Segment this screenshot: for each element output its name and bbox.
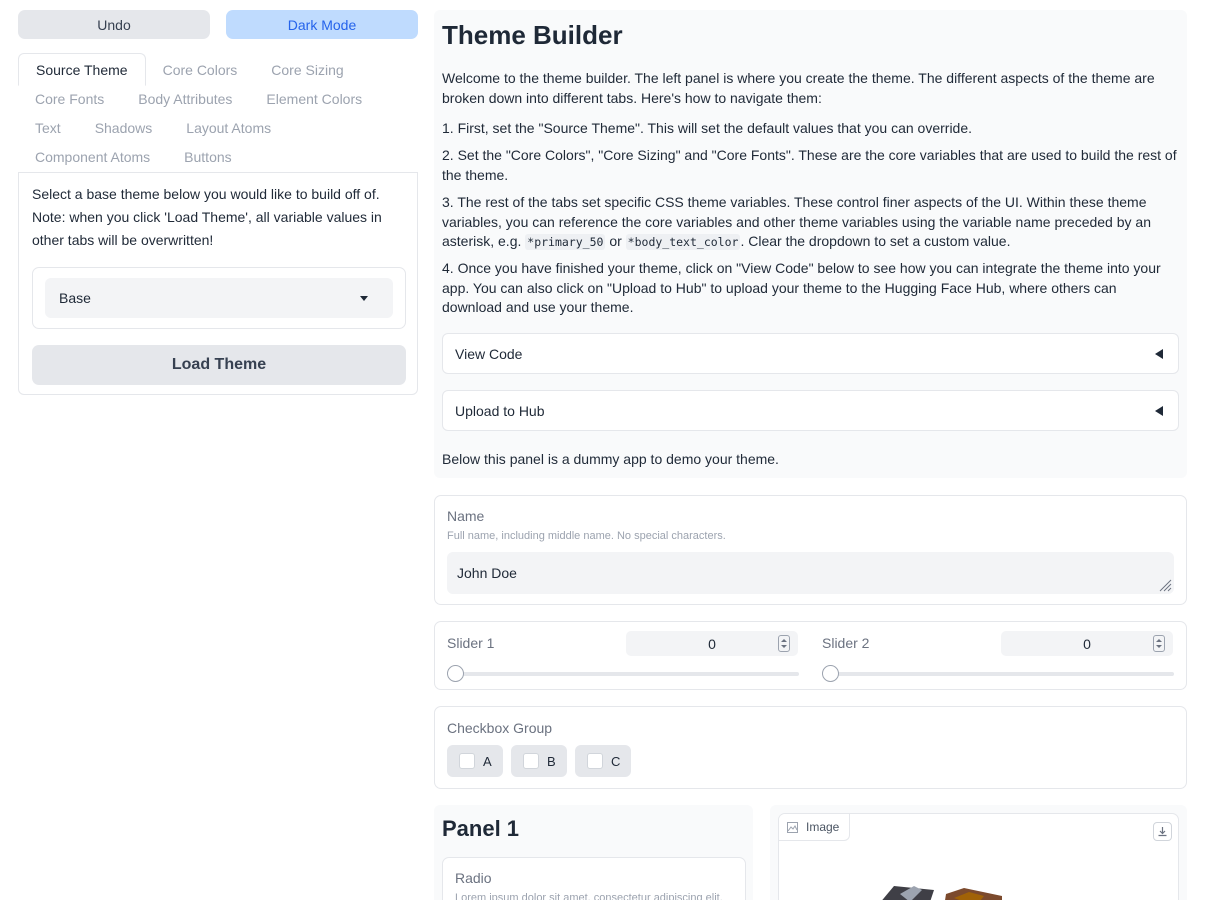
- tab-source-theme[interactable]: Source Theme: [18, 53, 146, 86]
- checkbox-b[interactable]: B: [511, 745, 567, 777]
- download-icon: [1158, 827, 1167, 837]
- demo-image-preview: [882, 886, 1002, 900]
- slider-1-label: Slider 1: [447, 635, 495, 651]
- tab-element-colors[interactable]: Element Colors: [249, 84, 379, 113]
- slider-2-label: Slider 2: [822, 635, 870, 651]
- radio-info: Lorem ipsum dolor sit amet, consectetur …: [455, 892, 723, 900]
- undo-button[interactable]: Undo: [18, 10, 210, 39]
- checkbox-box[interactable]: [523, 753, 539, 769]
- tab-buttons[interactable]: Buttons: [167, 142, 248, 171]
- tab-component-atoms[interactable]: Component Atoms: [18, 142, 167, 171]
- tab-core-sizing[interactable]: Core Sizing: [254, 55, 360, 84]
- tab-body-attributes[interactable]: Body Attributes: [121, 84, 249, 113]
- name-value: John Doe: [457, 565, 517, 581]
- builder-step-2: 2. Set the "Core Colors", "Core Sizing" …: [442, 147, 1177, 183]
- tab-text[interactable]: Text: [18, 113, 78, 142]
- slider-2-track[interactable]: [822, 672, 1174, 676]
- page-title: Theme Builder: [442, 20, 623, 50]
- theme-builder-panel: Theme Builder Welcome to the theme build…: [434, 10, 1187, 478]
- upload-hub-label: Upload to Hub: [455, 402, 545, 419]
- panel-1: Panel 1 Radio Lorem ipsum dolor sit amet…: [434, 805, 753, 900]
- source-theme-description: Select a base theme below you would like…: [32, 186, 382, 248]
- checkbox-group-label: Checkbox Group: [447, 720, 553, 736]
- builder-step-1: 1. First, set the "Source Theme". This w…: [442, 120, 973, 136]
- dropdown-value: Base: [59, 290, 91, 306]
- download-button[interactable]: [1153, 822, 1172, 841]
- tab-shadows[interactable]: Shadows: [78, 113, 170, 142]
- slider-2-number-input[interactable]: 0: [1001, 631, 1173, 656]
- view-code-label: View Code: [455, 345, 523, 362]
- slider-1-value: 0: [708, 635, 716, 652]
- tab-core-colors[interactable]: Core Colors: [146, 55, 255, 84]
- code-primary-50: *primary_50: [525, 234, 606, 250]
- caret-left-icon: [1155, 349, 1163, 359]
- image-icon: [787, 821, 798, 833]
- view-code-accordion[interactable]: View Code: [442, 333, 1179, 374]
- spinner-icon[interactable]: [778, 635, 790, 652]
- slider-2-value: 0: [1083, 635, 1091, 652]
- builder-intro: Welcome to the theme builder. The left p…: [442, 70, 1155, 106]
- checkbox-c[interactable]: C: [575, 745, 631, 777]
- theme-tabs: Source Theme Core Colors Core Sizing Cor…: [18, 53, 418, 171]
- checkbox-box[interactable]: [459, 753, 475, 769]
- builder-step-3: 3. The rest of the tabs set specific CSS…: [442, 194, 1151, 250]
- tab-layout-atoms[interactable]: Layout Atoms: [169, 113, 288, 142]
- load-theme-button[interactable]: Load Theme: [32, 345, 406, 385]
- chevron-down-icon: [360, 296, 368, 301]
- slider-2-thumb[interactable]: [822, 665, 839, 682]
- spinner-icon[interactable]: [1153, 635, 1165, 652]
- checkbox-box[interactable]: [587, 753, 603, 769]
- name-input[interactable]: John Doe: [447, 552, 1174, 594]
- image-panel: Image: [770, 805, 1187, 900]
- code-body-text-color: *body_text_color: [625, 234, 741, 250]
- slider-1-track[interactable]: [447, 672, 799, 676]
- radio-label: Radio: [455, 870, 492, 886]
- upload-hub-accordion[interactable]: Upload to Hub: [442, 390, 1179, 431]
- slider-1-number-input[interactable]: 0: [626, 631, 798, 656]
- radio-block: Radio Lorem ipsum dolor sit amet, consec…: [442, 857, 746, 900]
- checkbox-group-block: Checkbox Group A B C: [434, 706, 1187, 789]
- image-label: Image: [779, 814, 851, 841]
- name-textbox-block: Name Full name, including middle name. N…: [434, 495, 1187, 605]
- builder-step-4: 4. Once you have finished your theme, cl…: [442, 260, 1161, 315]
- slider-1-thumb[interactable]: [447, 665, 464, 682]
- resize-handle-icon[interactable]: [1159, 579, 1172, 592]
- name-label: Name: [447, 508, 485, 524]
- caret-left-icon: [1155, 406, 1163, 416]
- base-theme-dropdown-block: Base: [32, 267, 406, 329]
- base-theme-dropdown[interactable]: Base: [45, 278, 393, 318]
- tab-core-fonts[interactable]: Core Fonts: [18, 84, 121, 113]
- source-theme-panel: Select a base theme below you would like…: [18, 172, 418, 395]
- builder-footer-note: Below this panel is a dummy app to demo …: [442, 451, 779, 467]
- name-info: Full name, including middle name. No spe…: [447, 530, 726, 542]
- dark-mode-button[interactable]: Dark Mode: [226, 10, 418, 39]
- checkbox-a[interactable]: A: [447, 745, 503, 777]
- sliders-block: Slider 1 0 Slider 2 0: [434, 621, 1187, 690]
- panel-1-title: Panel 1: [442, 816, 520, 841]
- image-block: Image: [778, 813, 1179, 900]
